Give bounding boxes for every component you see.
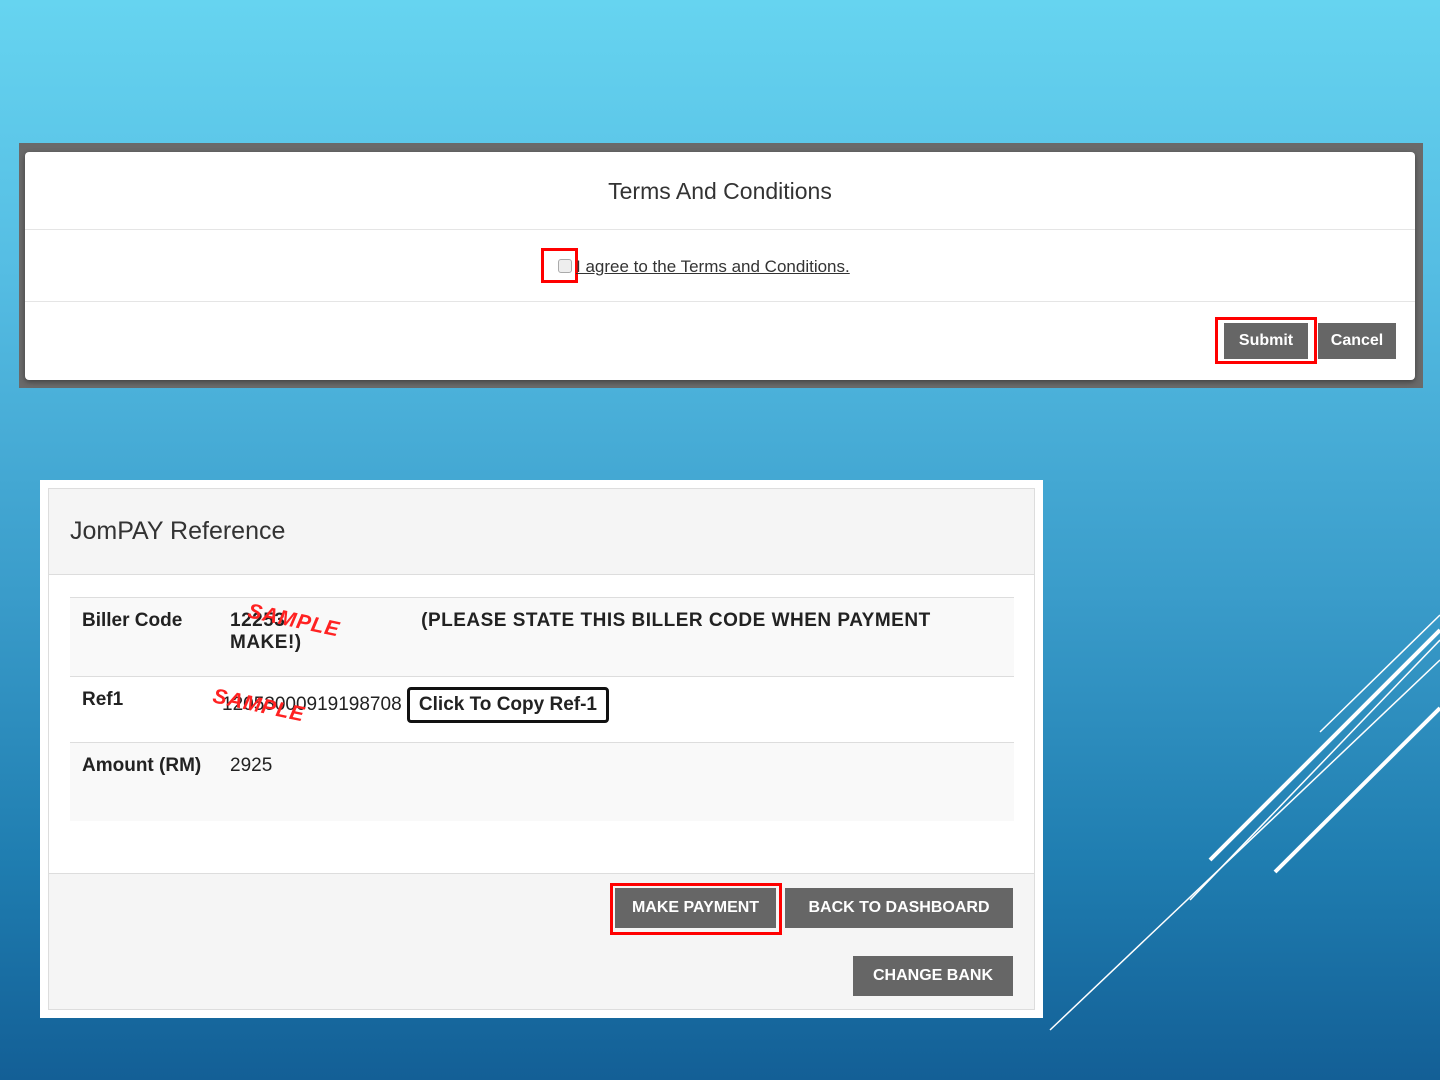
checkbox-highlight — [541, 248, 578, 283]
make-payment-button[interactable]: MAKE PAYMENT — [615, 888, 776, 928]
amount-value: 2925 — [218, 742, 1014, 821]
amount-label: Amount (RM) — [70, 742, 218, 821]
table-row: Biller Code 12253 (PLEASE STATE THIS BIL… — [70, 597, 1014, 677]
jompay-screenshot: JomPAY Reference Biller Code 12253 (PLEA… — [40, 480, 1043, 1018]
copy-ref1-button[interactable]: Click To Copy Ref-1 — [406, 687, 609, 723]
agree-checkbox[interactable] — [558, 259, 572, 273]
agree-terms-link[interactable]: I agree to the Terms and Conditions. — [576, 257, 850, 277]
table-row: Amount (RM) 2925 — [70, 742, 1014, 821]
change-bank-button[interactable]: CHANGE BANK — [853, 956, 1013, 996]
table-row: Ref1 12053000919198708 Click To Copy Ref… — [70, 676, 1014, 743]
panel-title: JomPAY Reference — [49, 489, 1034, 575]
biller-code-label: Biller Code — [70, 597, 218, 677]
ref1-label: Ref1 — [70, 676, 218, 743]
back-to-dashboard-button[interactable]: BACK TO DASHBOARD — [785, 888, 1013, 928]
cancel-button[interactable]: Cancel — [1318, 323, 1396, 359]
reference-table: Biller Code 12253 (PLEASE STATE THIS BIL… — [70, 597, 1014, 821]
panel-footer: MAKE PAYMENT BACK TO DASHBOARD CHANGE BA… — [49, 873, 1034, 1009]
terms-modal: Terms And Conditions I agree to the Term… — [25, 152, 1415, 380]
jompay-panel: JomPAY Reference Biller Code 12253 (PLEA… — [48, 488, 1035, 1010]
terms-screenshot: Terms And Conditions I agree to the Term… — [19, 143, 1423, 388]
modal-title: Terms And Conditions — [25, 152, 1415, 230]
submit-button[interactable]: Submit — [1224, 323, 1308, 359]
